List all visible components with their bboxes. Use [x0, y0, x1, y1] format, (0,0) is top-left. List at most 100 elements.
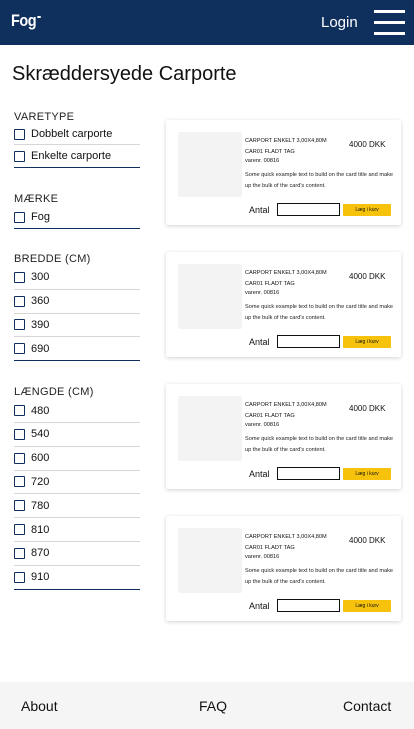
- product-title: CARPORT ENKELT 3,00X4,80M CAR01 FLADT TA…: [245, 534, 327, 551]
- footer-faq-link[interactable]: FAQ: [199, 698, 227, 714]
- filter-option-label: Dobbelt carporte: [31, 128, 113, 140]
- product-description: Some quick example text to build on the …: [245, 568, 394, 585]
- login-link[interactable]: Login: [321, 14, 358, 31]
- product-price: 4000 DKK: [349, 140, 386, 149]
- filter-option[interactable]: Enkelte carporte: [14, 145, 140, 168]
- checkbox[interactable]: [14, 500, 25, 512]
- quantity-label: Antal: [249, 469, 270, 479]
- checkbox[interactable]: [14, 547, 25, 559]
- logo-text: Fog: [11, 11, 37, 30]
- filter-group-maerke: MÆRKE Fog: [14, 192, 140, 229]
- checkbox[interactable]: [14, 452, 25, 464]
- filter-option-label: 720: [31, 475, 50, 488]
- filter-option[interactable]: 480: [14, 399, 140, 423]
- checkbox[interactable]: [14, 319, 25, 331]
- checkbox[interactable]: [14, 128, 25, 140]
- hamburger-menu-icon[interactable]: [374, 10, 405, 35]
- footer-contact-link[interactable]: Contact: [343, 698, 391, 714]
- checkbox[interactable]: [14, 476, 25, 488]
- filter-group-title: BREDDE (CM): [14, 253, 91, 265]
- filter-group-bredde: BREDDE (CM) 300 360 390 690: [14, 252, 140, 362]
- add-to-basket-button[interactable]: Læg i kurv: [343, 204, 391, 216]
- add-to-basket-button[interactable]: Læg i kurv: [343, 336, 391, 348]
- filter-option[interactable]: 390: [14, 314, 140, 338]
- filter-option-label: 600: [31, 452, 50, 465]
- filter-option-label: 910: [31, 571, 50, 584]
- product-description: Some quick example text to build on the …: [245, 172, 394, 189]
- filter-option[interactable]: 870: [14, 542, 140, 566]
- filter-option[interactable]: 360: [14, 290, 140, 314]
- add-to-basket-button[interactable]: Læg i kurv: [343, 468, 391, 480]
- product-image-placeholder: [178, 396, 242, 461]
- product-card[interactable]: CARPORT ENKELT 3,00X4,80M CAR01 FLADT TA…: [166, 516, 401, 621]
- product-description: Some quick example text to build on the …: [245, 304, 394, 321]
- product-price: 4000 DKK: [349, 272, 386, 281]
- checkbox[interactable]: [14, 524, 25, 536]
- filter-option[interactable]: 300: [14, 266, 140, 290]
- product-description: Some quick example text to build on the …: [245, 436, 394, 453]
- checkbox[interactable]: [14, 343, 25, 355]
- product-image-placeholder: [178, 132, 242, 197]
- filter-option-label: 360: [31, 295, 50, 308]
- checkbox[interactable]: [14, 428, 25, 440]
- filter-option[interactable]: 600: [14, 447, 140, 471]
- product-list: CARPORT ENKELT 3,00X4,80M CAR01 FLADT TA…: [166, 120, 401, 648]
- footer: About FAQ Contact: [0, 682, 414, 729]
- filter-option-label: 870: [31, 547, 50, 560]
- quantity-input[interactable]: [277, 467, 340, 480]
- add-to-basket-button[interactable]: Læg i kurv: [343, 600, 391, 612]
- filter-option-label: 690: [31, 342, 50, 355]
- product-card[interactable]: CARPORT ENKELT 3,00X4,80M CAR01 FLADT TA…: [166, 384, 401, 489]
- product-sku: varenr. 00816: [245, 422, 280, 428]
- page-title: Skræddersyede Carporte: [12, 63, 237, 85]
- product-sku: varenr. 00816: [245, 554, 280, 560]
- filter-group-varetype: VARETYPE Dobbelt carporte Enkelte carpor…: [14, 110, 140, 168]
- checkbox[interactable]: [14, 150, 25, 162]
- footer-about-link[interactable]: About: [21, 698, 58, 714]
- checkbox[interactable]: [14, 405, 25, 417]
- product-sku: varenr. 00816: [245, 290, 280, 296]
- checkbox[interactable]: [14, 271, 25, 283]
- filter-option[interactable]: Fog: [14, 206, 140, 229]
- product-price: 4000 DKK: [349, 404, 386, 413]
- filter-option[interactable]: 720: [14, 471, 140, 495]
- quantity-label: Antal: [249, 337, 270, 347]
- product-title: CARPORT ENKELT 3,00X4,80M CAR01 FLADT TA…: [245, 138, 327, 155]
- filter-option-label: 810: [31, 523, 50, 536]
- quantity-input[interactable]: [277, 599, 340, 612]
- quantity-input[interactable]: [277, 335, 340, 348]
- filter-option[interactable]: 810: [14, 518, 140, 542]
- quantity-label: Antal: [249, 205, 270, 215]
- filter-option[interactable]: 910: [14, 566, 140, 590]
- top-navbar: Fog Login: [0, 0, 414, 45]
- quantity-label: Antal: [249, 601, 270, 611]
- filter-group-title: MÆRKE: [14, 193, 59, 205]
- filter-group-title: LÆNGDE (CM): [14, 386, 94, 399]
- filter-option-label: Enkelte carporte: [31, 150, 112, 162]
- product-price: 4000 DKK: [349, 536, 386, 545]
- filter-option[interactable]: 780: [14, 494, 140, 519]
- fog-logo[interactable]: Fog: [11, 11, 41, 31]
- product-title: CARPORT ENKELT 3,00X4,80M CAR01 FLADT TA…: [245, 402, 327, 419]
- checkbox[interactable]: [14, 295, 25, 307]
- filter-option-label: 780: [31, 499, 50, 512]
- product-card[interactable]: CARPORT ENKELT 3,00X4,80M CAR01 FLADT TA…: [166, 120, 401, 225]
- filter-option-label: 540: [31, 428, 50, 441]
- checkbox[interactable]: [14, 211, 25, 223]
- product-sku: varenr. 00816: [245, 158, 280, 164]
- filter-option[interactable]: 540: [14, 423, 140, 447]
- filter-option-label: Fog: [31, 211, 50, 223]
- filter-option-label: 390: [31, 318, 50, 331]
- filter-sidebar: VARETYPE Dobbelt carporte Enkelte carpor…: [14, 110, 140, 590]
- filter-option-label: 480: [31, 404, 50, 417]
- filter-group-laengde: LÆNGDE (CM) 480 540 600 720 780 810 870 …: [14, 385, 140, 590]
- filter-option-label: 300: [31, 271, 50, 284]
- checkbox[interactable]: [14, 571, 25, 583]
- product-image-placeholder: [178, 264, 242, 329]
- filter-option[interactable]: Dobbelt carporte: [14, 124, 140, 145]
- quantity-input[interactable]: [277, 203, 340, 216]
- product-image-placeholder: [178, 528, 242, 593]
- product-card[interactable]: CARPORT ENKELT 3,00X4,80M CAR01 FLADT TA…: [166, 252, 401, 357]
- product-title: CARPORT ENKELT 3,00X4,80M CAR01 FLADT TA…: [245, 270, 327, 287]
- filter-option[interactable]: 690: [14, 337, 140, 362]
